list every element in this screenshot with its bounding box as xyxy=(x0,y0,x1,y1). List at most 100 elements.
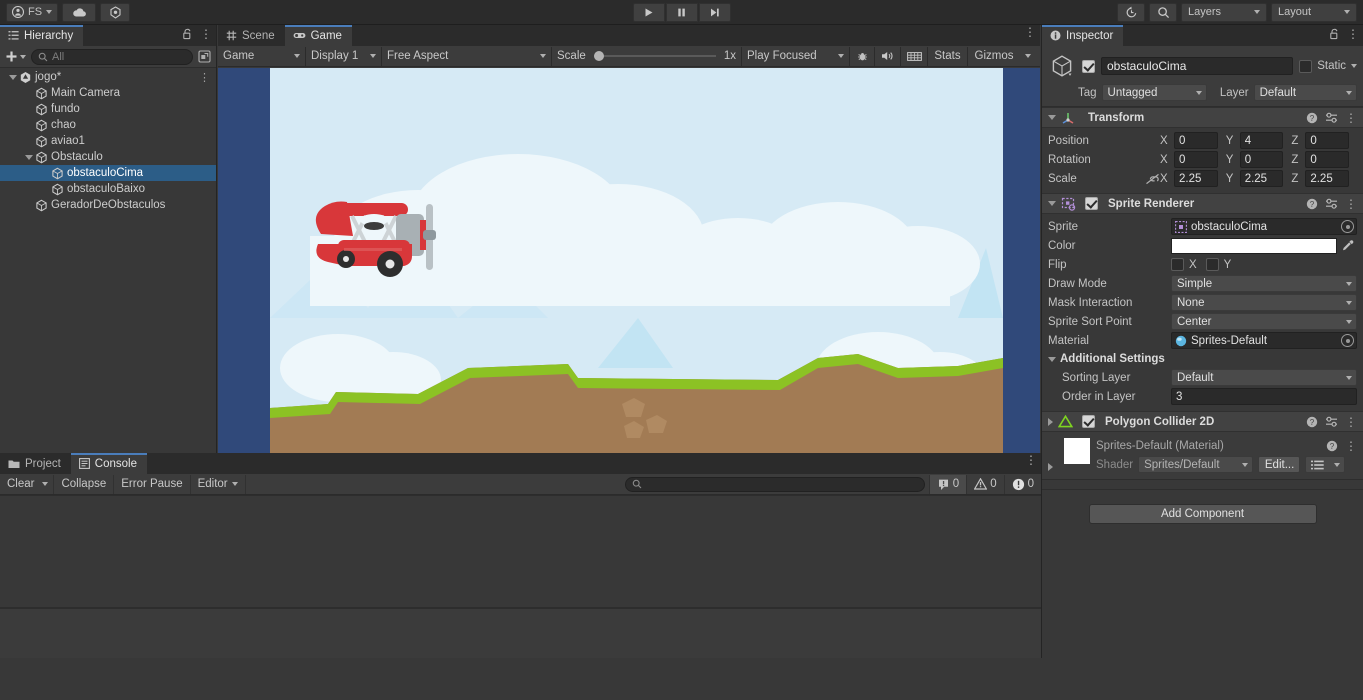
flip-x-checkbox[interactable] xyxy=(1171,258,1184,271)
tab-scene[interactable]: Scene xyxy=(218,25,285,46)
scale-slider-handle[interactable] xyxy=(593,51,604,61)
global-search-button[interactable] xyxy=(1149,2,1177,22)
game-render-canvas[interactable] xyxy=(218,68,1040,453)
pause-button[interactable] xyxy=(665,2,698,22)
hierarchy-item-aviao1[interactable]: aviao1 xyxy=(0,133,216,149)
hierarchy-item-obstaculobaixo[interactable]: obstaculoBaixo xyxy=(0,181,216,197)
shader-options-dropdown[interactable] xyxy=(1305,456,1346,473)
editor-dropdown[interactable]: Editor xyxy=(191,474,246,494)
expand-triangle-icon[interactable] xyxy=(1048,417,1053,426)
eyedropper-icon[interactable] xyxy=(1337,239,1357,252)
transform-scale-x-input[interactable]: 2.25 xyxy=(1174,170,1218,187)
collapse-triangle-icon[interactable] xyxy=(1048,115,1056,120)
account-button[interactable]: FS xyxy=(6,2,59,22)
collapse-button[interactable]: Collapse xyxy=(54,474,115,494)
log-counter[interactable]: 0 xyxy=(928,474,967,494)
shader-dropdown[interactable]: Sprites/Default xyxy=(1138,456,1254,473)
help-icon[interactable]: ? xyxy=(1326,440,1338,452)
polygon-collider-component-header[interactable]: Polygon Collider 2D ? ⋮ xyxy=(1042,411,1363,432)
error-pause-button[interactable]: Error Pause xyxy=(114,474,191,494)
tag-dropdown[interactable]: Untagged xyxy=(1101,84,1207,101)
object-enabled-checkbox[interactable] xyxy=(1082,59,1095,73)
layers-dropdown[interactable]: Layers xyxy=(1181,2,1267,22)
draw-mode-dropdown[interactable]: Simple xyxy=(1171,275,1357,292)
kebab-icon[interactable]: ⋮ xyxy=(1025,454,1037,466)
transform-rotation-y-input[interactable]: 0 xyxy=(1239,151,1284,168)
collapse-triangle-icon[interactable] xyxy=(1048,201,1056,206)
gizmos-dropdown[interactable] xyxy=(1020,47,1036,66)
sorting-layer-dropdown[interactable]: Default xyxy=(1171,369,1357,386)
hierarchy-item-jogo[interactable]: jogo* ⋮ xyxy=(0,69,216,85)
hierarchy-item-main-camera[interactable]: Main Camera xyxy=(0,85,216,101)
clear-dropdown[interactable] xyxy=(37,474,55,494)
transform-position-y-input[interactable]: 4 xyxy=(1239,132,1284,149)
kebab-icon[interactable]: ⋮ xyxy=(199,71,216,84)
kebab-icon[interactable]: ⋮ xyxy=(1347,28,1359,40)
help-icon[interactable]: ? xyxy=(1306,198,1318,210)
kebab-icon[interactable]: ⋮ xyxy=(200,28,212,40)
sprite-renderer-component-header[interactable]: Sprite Renderer ? ⋮ xyxy=(1042,193,1363,214)
hierarchy-item-fundo[interactable]: fundo xyxy=(0,101,216,117)
kebab-icon[interactable]: ⋮ xyxy=(1345,440,1357,452)
hierarchy-item-obstaculo[interactable]: Obstaculo xyxy=(0,149,216,165)
tab-project[interactable]: Project xyxy=(0,453,71,474)
gameview-mode-dropdown[interactable]: Game xyxy=(218,46,306,66)
aspect-dropdown[interactable]: Free Aspect xyxy=(382,46,552,66)
help-icon[interactable]: ? xyxy=(1306,112,1318,124)
sprite-renderer-enabled-checkbox[interactable] xyxy=(1085,197,1098,210)
sublevel-scene-icon[interactable] xyxy=(196,49,213,65)
transform-component-header[interactable]: Transform ? ⋮ xyxy=(1042,107,1363,128)
add-component-button[interactable]: Add Component xyxy=(1088,504,1317,524)
expand-triangle-icon[interactable] xyxy=(23,154,34,160)
hierarchy-item-chao[interactable]: chao xyxy=(0,117,216,133)
hierarchy-item-geradordeobstaculos[interactable]: GeradorDeObstaculos xyxy=(0,197,216,213)
play-mode-dropdown[interactable]: Play Focused xyxy=(742,46,850,66)
additional-settings-header[interactable]: Additional Settings xyxy=(1048,350,1357,368)
preset-icon[interactable] xyxy=(1325,112,1338,124)
flip-y-checkbox[interactable] xyxy=(1205,258,1219,271)
static-toggle-group[interactable]: Static xyxy=(1299,59,1357,73)
edit-shader-button[interactable]: Edit... xyxy=(1258,456,1301,473)
hierarchy-search-input[interactable]: All xyxy=(31,48,193,65)
tab-inspector[interactable]: Inspector xyxy=(1042,25,1124,46)
expand-triangle-icon[interactable] xyxy=(1048,463,1053,471)
transform-position-z-input[interactable]: 0 xyxy=(1305,132,1349,149)
sort-point-dropdown[interactable]: Center xyxy=(1171,313,1357,330)
kebab-icon[interactable]: ⋮ xyxy=(1024,26,1036,38)
help-icon[interactable]: ? xyxy=(1306,416,1318,428)
sprite-object-field[interactable]: obstaculoCima xyxy=(1171,218,1357,235)
chevron-down-icon[interactable] xyxy=(1351,64,1357,68)
mask-interaction-dropdown[interactable]: None xyxy=(1171,294,1357,311)
hierarchy-item-obstaculocima[interactable]: obstaculoCima xyxy=(0,165,216,181)
gizmos-button[interactable]: Gizmos xyxy=(968,47,1020,66)
play-button[interactable] xyxy=(632,2,665,22)
kebab-icon[interactable]: ⋮ xyxy=(1345,416,1357,428)
clear-button[interactable]: Clear xyxy=(0,475,37,494)
order-in-layer-input[interactable]: 3 xyxy=(1171,388,1357,405)
stats-button[interactable]: Stats xyxy=(928,46,968,66)
transform-scale-y-input[interactable]: 2.25 xyxy=(1239,170,1284,187)
preset-icon[interactable] xyxy=(1325,198,1338,210)
add-gameobject-button[interactable] xyxy=(3,50,28,63)
play-focused-bug-button[interactable] xyxy=(850,46,875,66)
hierarchy-tree[interactable]: jogo* ⋮ Main Camera fundo chao aviao1 Obstacul… xyxy=(0,68,216,453)
object-picker-icon[interactable] xyxy=(1341,334,1354,347)
layer-dropdown[interactable]: Default xyxy=(1253,84,1357,101)
collapse-triangle-icon[interactable] xyxy=(1048,356,1056,362)
display-dropdown[interactable]: Display 1 xyxy=(306,46,382,66)
scale-slider[interactable] xyxy=(593,50,716,62)
link-off-icon[interactable] xyxy=(1144,173,1160,185)
layout-dropdown[interactable]: Layout xyxy=(1271,2,1357,22)
tab-console[interactable]: Console xyxy=(70,453,147,474)
console-log-list[interactable] xyxy=(0,495,1041,700)
object-name-input[interactable]: obstaculoCima xyxy=(1101,57,1294,75)
object-picker-icon[interactable] xyxy=(1341,220,1354,233)
audio-mute-button[interactable] xyxy=(875,46,901,66)
services-button[interactable] xyxy=(100,2,131,22)
tab-hierarchy[interactable]: Hierarchy xyxy=(0,25,84,46)
static-checkbox[interactable] xyxy=(1299,59,1313,73)
transform-scale-z-input[interactable]: 2.25 xyxy=(1305,170,1349,187)
material-object-field[interactable]: Sprites-Default xyxy=(1171,332,1357,349)
error-counter[interactable]: 0 xyxy=(1003,474,1041,494)
undo-history-button[interactable] xyxy=(1117,2,1145,22)
